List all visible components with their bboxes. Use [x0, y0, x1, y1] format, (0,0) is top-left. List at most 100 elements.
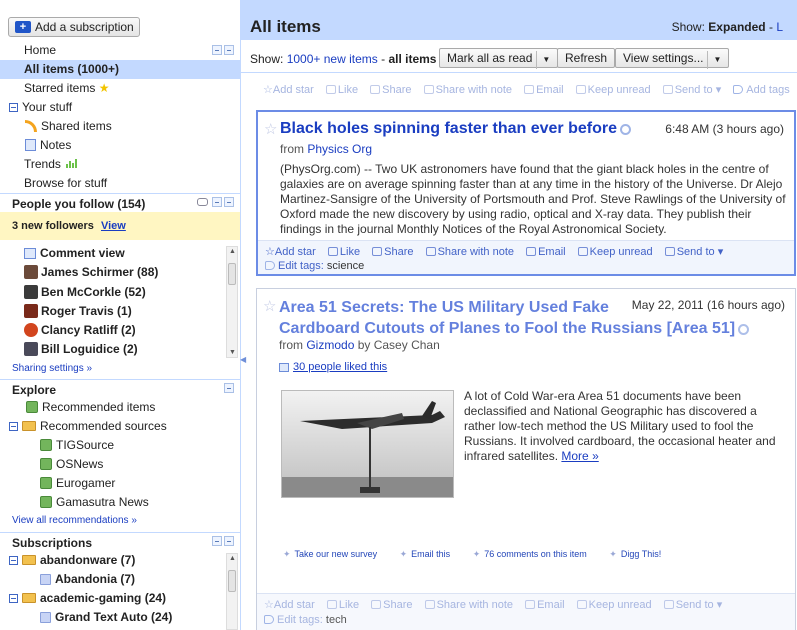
comments-link[interactable]: ✦ 76 comments on this item — [473, 549, 597, 559]
person-item[interactable]: James Schirmer (88) — [0, 263, 240, 282]
nav-starred-items[interactable]: Starred items ★ — [0, 79, 240, 98]
entry-body-line: infrared satellites. — [464, 449, 559, 463]
entry-tags[interactable]: Edit tags: science — [265, 260, 364, 272]
subscription-feed[interactable]: Grand Text Auto (24) — [0, 608, 240, 627]
open-original-icon[interactable] — [619, 124, 631, 135]
dropdown-arrow-icon[interactable]: ▼ — [536, 51, 550, 69]
more-link[interactable]: More » — [561, 449, 598, 463]
send-to-action[interactable]: Send to ▾ — [663, 599, 722, 611]
star-icon[interactable]: ☆ — [263, 297, 276, 315]
entry-tags[interactable]: Edit tags: tech — [264, 614, 347, 626]
view-all-recommendations-link[interactable]: View all recommendations » — [12, 515, 137, 526]
source-item[interactable]: TIGSource — [0, 436, 240, 455]
email-action[interactable]: Email — [524, 84, 564, 96]
add-star-action[interactable]: ☆Add star — [264, 599, 315, 611]
edit-tags-label[interactable]: Edit tags: — [278, 260, 324, 272]
email-label: Email — [537, 599, 565, 611]
like-action[interactable]: Like — [326, 599, 359, 611]
recommended-sources[interactable]: Recommended sources — [0, 417, 240, 436]
email-action[interactable]: Email — [526, 246, 566, 258]
source-link[interactable]: Gizmodo — [306, 338, 354, 352]
liked-by[interactable]: 30 people liked this — [279, 361, 387, 373]
like-action[interactable]: Like — [327, 246, 360, 258]
refresh-button[interactable]: Refresh — [557, 48, 616, 68]
entry-title-text[interactable]: Black holes spinning faster than ever be… — [280, 120, 617, 137]
subscription-folder[interactable]: academic-gaming (24) — [0, 589, 240, 608]
entry-actions: ☆Add star Like Share Share with note Ema… — [257, 593, 795, 630]
collapse-icon[interactable] — [9, 103, 18, 112]
liked-link[interactable]: 30 people liked this — [293, 361, 387, 373]
add-star-action[interactable]: ☆Add star — [265, 246, 316, 258]
person-item[interactable]: Bill Loguidice (2) — [0, 340, 240, 359]
send-to-action[interactable]: Send to ▾ — [664, 246, 723, 258]
share-with-note-action[interactable]: Share with note — [425, 246, 514, 258]
feed-icon — [40, 458, 52, 470]
collapse-icon[interactable] — [9, 556, 18, 565]
comment-view[interactable]: Comment view — [0, 244, 240, 263]
nav-shared-items[interactable]: Shared items — [0, 117, 240, 136]
view-mode-expanded[interactable]: Expanded — [708, 20, 765, 34]
source-item[interactable]: Eurogamer — [0, 474, 240, 493]
open-original-icon[interactable] — [738, 324, 750, 335]
star-icon: ★ — [98, 81, 110, 95]
source-item[interactable]: Gamasutra News — [0, 493, 240, 512]
add-star-action[interactable]: ☆Add star — [263, 84, 314, 96]
source-link[interactable]: Physics Org — [307, 142, 372, 156]
person-item[interactable]: Ben McCorkle (52) — [0, 283, 240, 302]
sharing-settings-link[interactable]: Sharing settings » — [12, 363, 92, 374]
share-action[interactable]: Share — [371, 599, 413, 611]
keep-unread-action[interactable]: Keep unread — [576, 599, 652, 611]
nav-browse[interactable]: Browse for stuff — [0, 174, 240, 193]
mark-all-read-button[interactable]: Mark all as read ▼ — [439, 48, 559, 69]
new-items-link[interactable]: 1000+ new items — [287, 52, 378, 66]
entry-card[interactable]: ☆ Black holes spinning faster than ever … — [256, 110, 796, 276]
add-tags-action[interactable]: Add tags — [733, 84, 790, 96]
like-action[interactable]: Like — [325, 84, 358, 96]
subscription-folder[interactable]: abandonware (7) — [0, 551, 240, 570]
share-action[interactable]: Share — [370, 84, 412, 96]
entry-title[interactable]: Area 51 Secrets: The US Military Used Fa… — [279, 297, 619, 318]
person-item[interactable]: Roger Travis (1) — [0, 302, 240, 321]
avatar — [24, 285, 38, 299]
entry-title[interactable]: Black holes spinning faster than ever be… — [280, 120, 631, 138]
view-mode-list-link[interactable]: L — [776, 20, 783, 34]
source-item[interactable]: OSNews — [0, 455, 240, 474]
nav-your-stuff[interactable]: Your stuff — [0, 98, 240, 117]
dropdown-arrow-icon[interactable]: ▼ — [707, 51, 721, 69]
share-with-note-action[interactable]: Share with note — [423, 84, 513, 96]
subscription-feed[interactable]: Abandonia (7) — [0, 570, 240, 589]
people-scrollbar[interactable]: ▲ ▼ — [226, 246, 238, 358]
person-label: James Schirmer (88) — [41, 265, 159, 279]
survey-link[interactable]: ✦ Take our new survey — [283, 549, 387, 559]
entry-title-continued[interactable]: Cardboard Cutouts of Planes to Fool the … — [279, 318, 750, 339]
subscriptions-header[interactable]: Subscriptions — [0, 532, 240, 552]
nav-home[interactable]: Home — [0, 41, 240, 60]
nav-trends[interactable]: Trends — [0, 155, 240, 174]
share-with-note-action[interactable]: Share with note — [424, 599, 513, 611]
share-action[interactable]: Share — [372, 246, 414, 258]
person-item[interactable]: Clancy Ratliff (2) — [0, 321, 240, 340]
entry-title-line[interactable]: Cardboard Cutouts of Planes to Fool the … — [279, 320, 735, 337]
add-subscription-button[interactable]: + Add a subscription — [8, 17, 140, 37]
email-action[interactable]: Email — [525, 599, 565, 611]
nav-notes[interactable]: Notes — [0, 136, 240, 155]
collapse-icon[interactable] — [9, 594, 18, 603]
people-header[interactable]: People you follow (154) — [0, 193, 240, 213]
collapse-icon[interactable] — [9, 422, 18, 431]
view-followers-link[interactable]: View — [101, 220, 126, 232]
recommended-items[interactable]: Recommended items — [0, 398, 240, 417]
send-to-action[interactable]: Send to ▾ — [662, 84, 721, 96]
star-icon[interactable]: ☆ — [264, 120, 277, 138]
entry-title-line[interactable]: Area 51 Secrets: The US Military Used Fa… — [279, 297, 619, 318]
view-settings-button[interactable]: View settings... ▼ — [615, 48, 730, 69]
digg-link[interactable]: ✦ Digg This! — [609, 549, 671, 559]
edit-tags-label[interactable]: Edit tags: — [277, 614, 323, 626]
share-note-label: Share with note — [435, 84, 513, 96]
subscriptions-scrollbar[interactable]: ▲ — [226, 553, 238, 630]
explore-header[interactable]: Explore — [0, 379, 240, 399]
email-this-link[interactable]: ✦ Email this — [400, 549, 461, 559]
keep-unread-action[interactable]: Keep unread — [577, 246, 653, 258]
keep-unread-action[interactable]: Keep unread — [575, 84, 651, 96]
nav-all-items[interactable]: All items (1000+) — [0, 60, 240, 79]
entry-card[interactable]: ☆ Area 51 Secrets: The US Military Used … — [256, 288, 796, 630]
